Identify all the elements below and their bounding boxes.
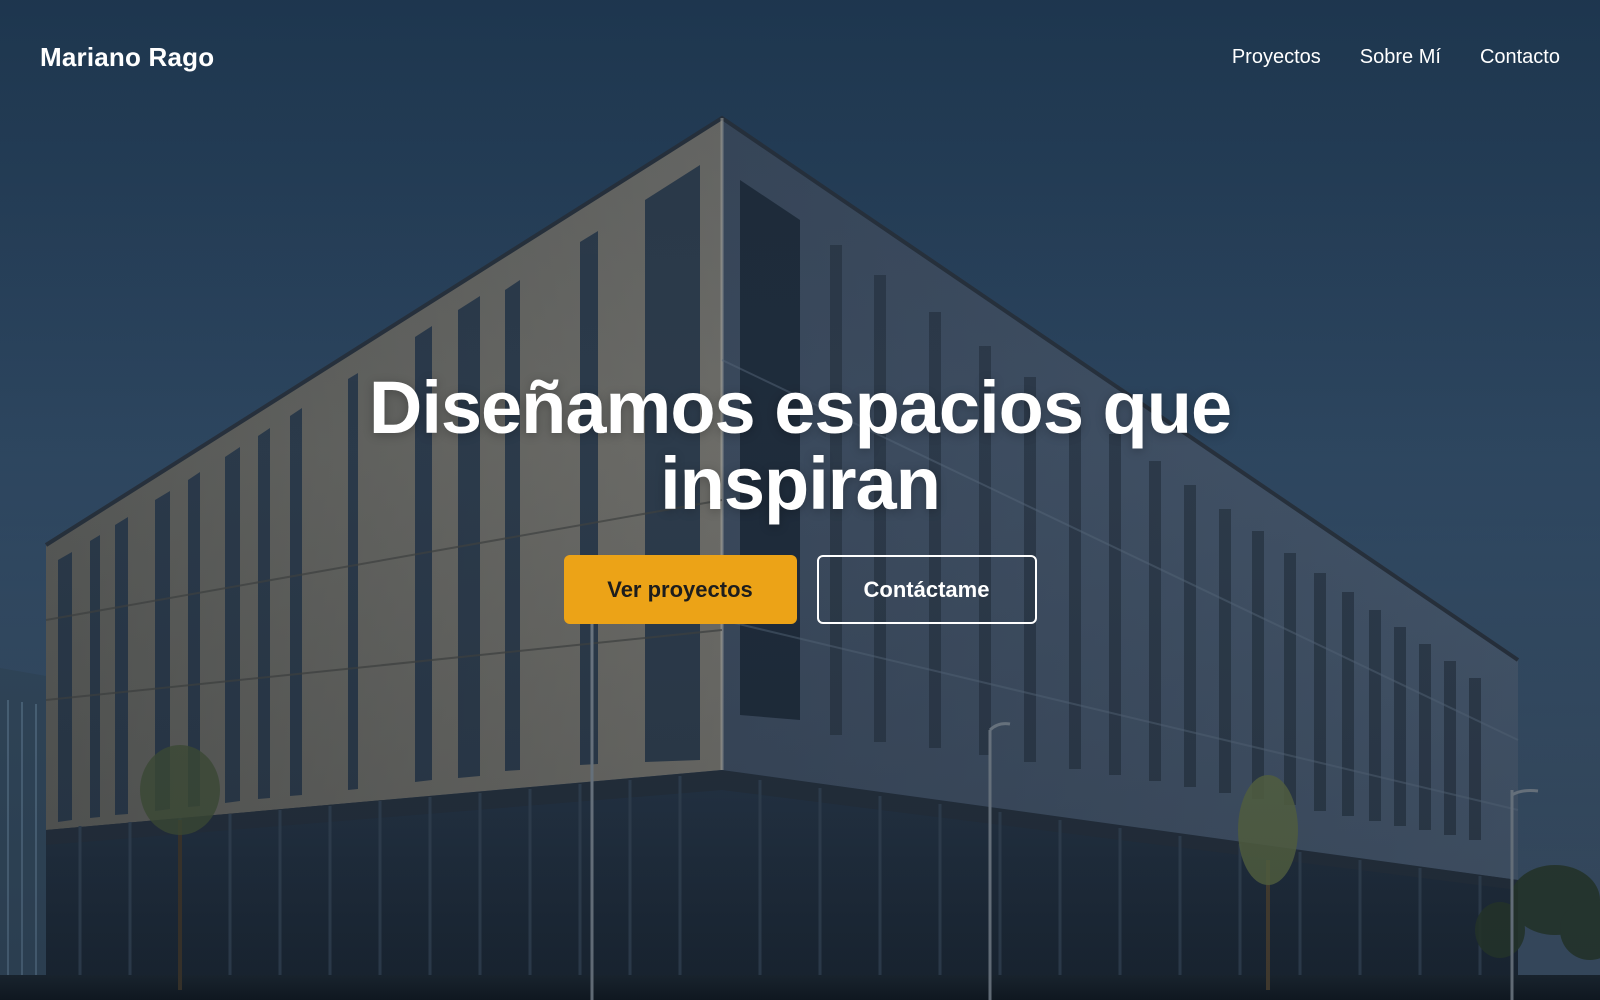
hero-headline-line2: inspiran (660, 442, 941, 525)
hero-cta-group: Ver proyectos Contáctame (0, 555, 1600, 624)
hero-section: Mariano Rago Proyectos Sobre Mí Contacto… (0, 0, 1600, 1000)
nav-item-contacto[interactable]: Contacto (1480, 46, 1560, 69)
hero-headline-line1: Diseñamos espacios que (368, 366, 1232, 449)
brand-logo-text[interactable]: Mariano Rago (40, 42, 214, 73)
contactame-button[interactable]: Contáctame (816, 555, 1037, 624)
top-navbar: Mariano Rago Proyectos Sobre Mí Contacto (0, 0, 1600, 115)
hero-headline: Diseñamos espacios que inspiran (200, 370, 1400, 522)
ver-proyectos-button[interactable]: Ver proyectos (563, 555, 797, 624)
nav-item-sobre-mi[interactable]: Sobre Mí (1360, 46, 1441, 69)
nav-item-proyectos[interactable]: Proyectos (1232, 46, 1321, 69)
main-nav: Proyectos Sobre Mí Contacto (1232, 46, 1560, 69)
